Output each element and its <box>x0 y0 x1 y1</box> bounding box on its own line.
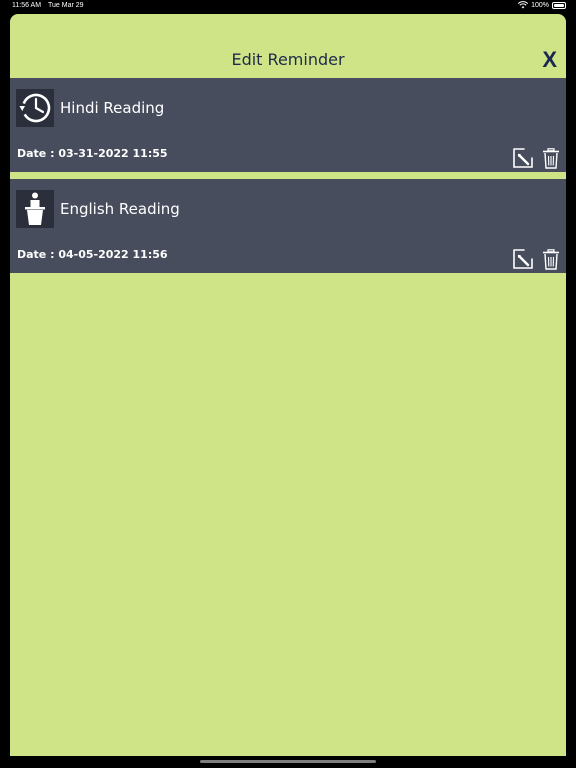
history-clock-icon <box>16 89 54 127</box>
trash-icon[interactable] <box>542 148 560 169</box>
battery-icon <box>552 1 566 9</box>
reminder-title: English Reading <box>60 200 180 218</box>
status-date: Tue Mar 29 <box>48 2 84 9</box>
edit-reminder-sheet: Edit Reminder X Hindi Reading Date : 03-… <box>10 14 566 756</box>
close-button[interactable]: X <box>542 47 557 73</box>
reminder-date: Date : 03-31-2022 11:55 <box>17 147 168 160</box>
speaker-podium-icon <box>16 190 54 228</box>
wifi-icon <box>518 1 529 9</box>
status-time: 11:56 AM <box>12 2 42 9</box>
edit-icon[interactable] <box>512 147 534 169</box>
status-right: 100% <box>518 1 566 9</box>
reminder-card[interactable]: English Reading Date : 04-05-2022 11:56 <box>10 179 566 273</box>
reminder-date: Date : 04-05-2022 11:56 <box>17 248 168 261</box>
status-bar: 11:56 AM Tue Mar 29 100% <box>0 0 576 12</box>
sheet-title: Edit Reminder <box>231 50 345 69</box>
home-indicator[interactable] <box>200 760 376 763</box>
reminder-card[interactable]: Hindi Reading Date : 03-31-2022 11:55 <box>10 78 566 172</box>
edit-icon[interactable] <box>512 248 534 270</box>
battery-percent: 100% <box>531 1 549 9</box>
trash-icon[interactable] <box>542 249 560 270</box>
reminder-title: Hindi Reading <box>60 99 165 117</box>
